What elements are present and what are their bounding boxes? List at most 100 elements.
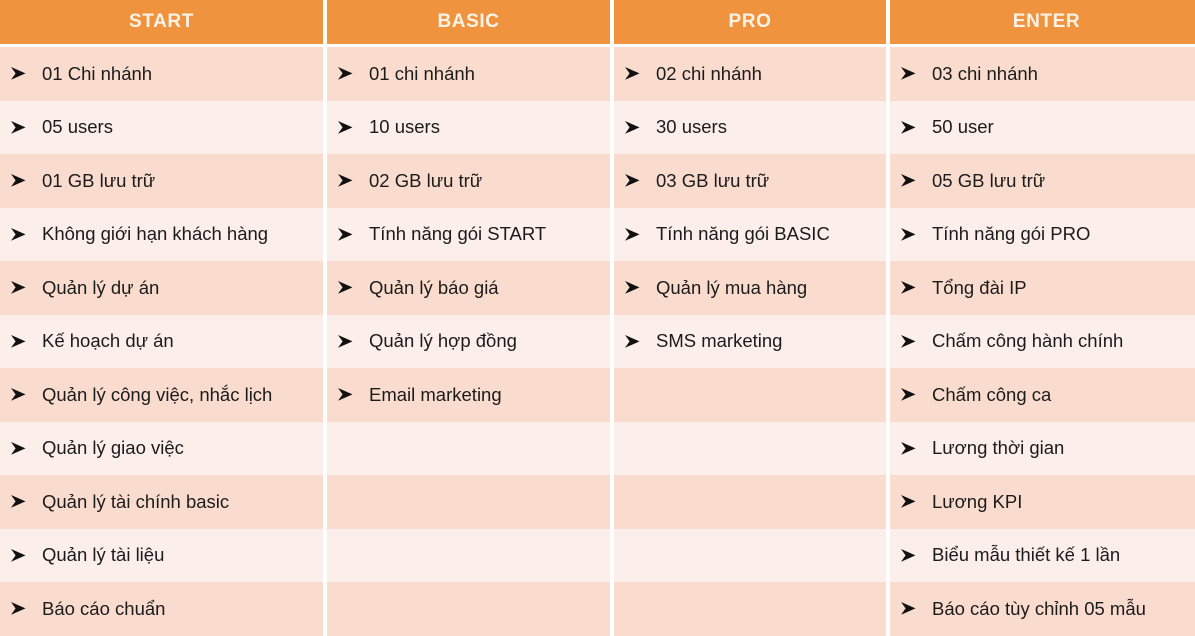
pricing-comparison-table: START BASIC PRO ENTER 01 Chi nhánh 01 chi… bbox=[0, 0, 1195, 636]
feature-label: Quản lý công việc, nhắc lịch bbox=[42, 383, 273, 405]
arrowhead-bullet-icon bbox=[900, 441, 922, 456]
feature-cell: Không giới hạn khách hàng bbox=[0, 207, 323, 261]
feature-cell: Tính năng gói START bbox=[327, 207, 610, 261]
feature-label: 05 users bbox=[42, 116, 113, 138]
feature-cell: Chấm công ca bbox=[890, 368, 1195, 422]
feature-label: Quản lý tài liệu bbox=[42, 544, 165, 566]
table-row: 01 GB lưu trữ 02 GB lưu trữ 03 GB lưu trữ 0… bbox=[0, 154, 1195, 208]
feature-cell: 02 chi nhánh bbox=[614, 47, 886, 101]
feature-cell: SMS marketing bbox=[614, 314, 886, 368]
feature-label: Email marketing bbox=[369, 383, 502, 405]
feature-cell: Quản lý dự án bbox=[0, 261, 323, 315]
table-row: 01 Chi nhánh 01 chi nhánh 02 chi nhánh 03 c… bbox=[0, 47, 1195, 101]
arrowhead-bullet-icon bbox=[900, 548, 922, 563]
arrowhead-bullet-icon bbox=[337, 227, 359, 242]
feature-label: 01 chi nhánh bbox=[369, 62, 475, 84]
feature-cell: 50 user bbox=[890, 100, 1195, 154]
arrowhead-bullet-icon bbox=[624, 227, 646, 242]
arrowhead-bullet-icon bbox=[10, 601, 32, 616]
table-row: Quản lý công việc, nhắc lịch Email market… bbox=[0, 368, 1195, 422]
arrowhead-bullet-icon bbox=[624, 280, 646, 295]
arrowhead-bullet-icon bbox=[624, 120, 646, 135]
feature-cell: Báo cáo tùy chỉnh 05 mẫu bbox=[890, 582, 1195, 636]
feature-cell-empty bbox=[614, 475, 886, 529]
feature-cell: Lương KPI bbox=[890, 475, 1195, 529]
feature-cell: Quản lý giao việc bbox=[0, 421, 323, 475]
column-header-pro: PRO bbox=[614, 0, 886, 44]
feature-cell: 10 users bbox=[327, 100, 610, 154]
arrowhead-bullet-icon bbox=[624, 66, 646, 81]
arrowhead-bullet-icon bbox=[337, 387, 359, 402]
feature-label: Quản lý hợp đồng bbox=[369, 330, 517, 352]
feature-label: Tính năng gói PRO bbox=[932, 223, 1091, 245]
arrowhead-bullet-icon bbox=[900, 227, 922, 242]
arrowhead-bullet-icon bbox=[10, 387, 32, 402]
feature-cell-empty bbox=[614, 368, 886, 422]
arrowhead-bullet-icon bbox=[10, 227, 32, 242]
feature-label: Kế hoạch dự án bbox=[42, 330, 174, 352]
feature-cell: 30 users bbox=[614, 100, 886, 154]
feature-cell: 05 GB lưu trữ bbox=[890, 154, 1195, 208]
feature-label: Chấm công ca bbox=[932, 383, 1052, 405]
arrowhead-bullet-icon bbox=[10, 441, 32, 456]
arrowhead-bullet-icon bbox=[624, 173, 646, 188]
feature-label: Quản lý giao việc bbox=[42, 437, 184, 459]
arrowhead-bullet-icon bbox=[900, 66, 922, 81]
feature-label: Quản lý báo giá bbox=[369, 276, 499, 298]
column-header-label: BASIC bbox=[437, 11, 500, 32]
table-row: Không giới hạn khách hàng Tính năng gói S… bbox=[0, 207, 1195, 261]
arrowhead-bullet-icon bbox=[337, 66, 359, 81]
feature-cell-empty bbox=[327, 421, 610, 475]
feature-cell: Quản lý báo giá bbox=[327, 261, 610, 315]
feature-label: 01 GB lưu trữ bbox=[42, 169, 156, 191]
arrowhead-bullet-icon bbox=[337, 120, 359, 135]
table-row: Quản lý tài chính basic Lương KPI bbox=[0, 475, 1195, 529]
arrowhead-bullet-icon bbox=[900, 334, 922, 349]
feature-cell: Báo cáo chuẩn bbox=[0, 582, 323, 636]
feature-cell: 01 GB lưu trữ bbox=[0, 154, 323, 208]
table-row: Báo cáo chuẩn Báo cáo tùy chỉnh 05 mẫu bbox=[0, 582, 1195, 636]
feature-label: Tính năng gói BASIC bbox=[656, 223, 830, 245]
feature-cell: 05 users bbox=[0, 100, 323, 154]
table-row: 05 users 10 users 30 users 50 user bbox=[0, 100, 1195, 154]
arrowhead-bullet-icon bbox=[337, 280, 359, 295]
feature-label: Lương KPI bbox=[932, 490, 1023, 512]
arrowhead-bullet-icon bbox=[337, 173, 359, 188]
feature-cell-empty bbox=[614, 528, 886, 582]
table-row: Kế hoạch dự án Quản lý hợp đồng SMS market… bbox=[0, 314, 1195, 368]
arrowhead-bullet-icon bbox=[900, 601, 922, 616]
column-header-start: START bbox=[0, 0, 323, 44]
feature-label: Tổng đài IP bbox=[932, 276, 1027, 298]
feature-label: 50 user bbox=[932, 116, 994, 138]
feature-label: Quản lý dự án bbox=[42, 276, 160, 298]
feature-cell: Tổng đài IP bbox=[890, 261, 1195, 315]
arrowhead-bullet-icon bbox=[900, 387, 922, 402]
arrowhead-bullet-icon bbox=[900, 494, 922, 509]
feature-cell: Lương thời gian bbox=[890, 421, 1195, 475]
table-row: Quản lý dự án Quản lý báo giá Quản lý mua … bbox=[0, 261, 1195, 315]
feature-cell: Chấm công hành chính bbox=[890, 314, 1195, 368]
arrowhead-bullet-icon bbox=[10, 173, 32, 188]
arrowhead-bullet-icon bbox=[10, 280, 32, 295]
feature-label: 01 Chi nhánh bbox=[42, 62, 153, 84]
arrowhead-bullet-icon bbox=[900, 280, 922, 295]
feature-cell-empty bbox=[327, 475, 610, 529]
feature-cell: 01 chi nhánh bbox=[327, 47, 610, 101]
column-header-label: ENTER bbox=[1012, 11, 1081, 32]
arrowhead-bullet-icon bbox=[337, 334, 359, 349]
feature-cell: Biểu mẫu thiết kế 1 lần bbox=[890, 528, 1195, 582]
feature-cell: 03 GB lưu trữ bbox=[614, 154, 886, 208]
feature-cell: 02 GB lưu trữ bbox=[327, 154, 610, 208]
arrowhead-bullet-icon bbox=[900, 120, 922, 135]
feature-cell: Kế hoạch dự án bbox=[0, 314, 323, 368]
feature-label: 30 users bbox=[656, 116, 727, 138]
feature-cell-empty bbox=[614, 582, 886, 636]
arrowhead-bullet-icon bbox=[10, 334, 32, 349]
arrowhead-bullet-icon bbox=[10, 66, 32, 81]
feature-cell: Tính năng gói PRO bbox=[890, 207, 1195, 261]
feature-cell: Quản lý mua hàng bbox=[614, 261, 886, 315]
arrowhead-bullet-icon bbox=[624, 334, 646, 349]
table-header-row: START BASIC PRO ENTER bbox=[0, 0, 1195, 44]
feature-label: 02 chi nhánh bbox=[656, 62, 762, 84]
feature-cell-empty bbox=[614, 421, 886, 475]
